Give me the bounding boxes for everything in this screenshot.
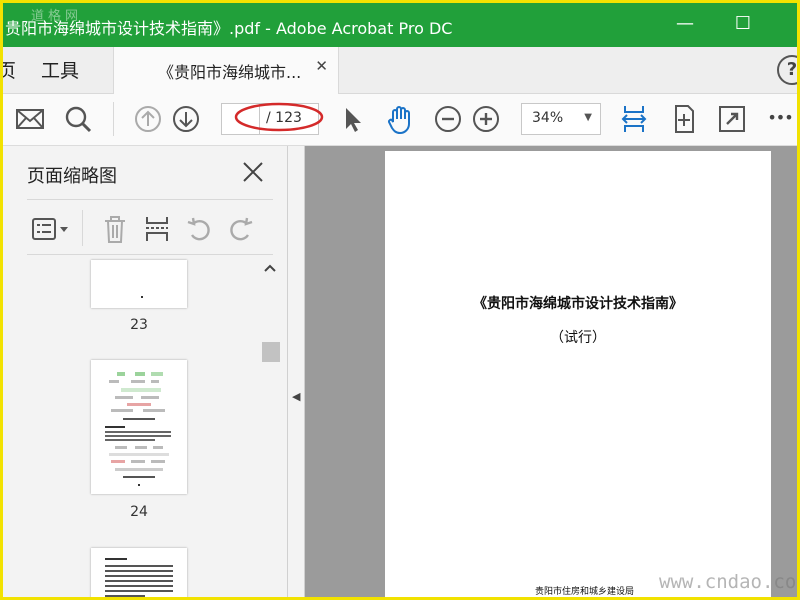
page-thumbnail[interactable] — [91, 360, 187, 494]
chevron-left-icon[interactable]: ◀ — [292, 390, 300, 403]
rotate-page-icon[interactable] — [667, 102, 701, 136]
toolbar: / 123 34% ▼ ••• — [3, 94, 797, 146]
document-subtitle: （试行） — [550, 330, 606, 346]
help-icon[interactable]: ? — [777, 55, 797, 85]
zoom-select[interactable]: 34% ▼ — [521, 103, 601, 135]
thumbnail-list: 23 24 — [3, 258, 259, 597]
zoom-out-icon[interactable] — [431, 102, 465, 136]
select-cursor-icon[interactable] — [335, 102, 369, 136]
delete-icon[interactable] — [101, 214, 129, 248]
search-icon[interactable] — [61, 102, 95, 136]
tab-tools[interactable]: 工具 — [41, 56, 79, 83]
close-icon[interactable] — [239, 158, 267, 186]
rotate-right-icon[interactable] — [227, 214, 255, 248]
pdf-page: 《贵阳市海绵城市设计技术指南》 （试行） 贵阳市住房和城乡建设局 — [385, 151, 771, 597]
close-tab-icon[interactable]: ✕ — [315, 57, 328, 75]
fullscreen-icon[interactable] — [715, 102, 749, 136]
page-thumbnail[interactable] — [91, 260, 187, 308]
thumbnail-label: 23 — [130, 317, 148, 333]
site-watermark: www.cndao.com — [659, 571, 800, 593]
zoom-in-icon[interactable] — [469, 102, 503, 136]
thumbnail-panel: 页面缩略图 23 24 — [3, 146, 288, 597]
title-bar: 贵阳市海绵城市设计技术指南》.pdf - Adobe Acrobat Pro D… — [3, 3, 797, 47]
extract-pages-icon[interactable] — [143, 214, 171, 248]
panel-collapse-strip[interactable]: ◀ — [289, 146, 305, 597]
document-tab-label: 《贵阳市海绵城市... — [158, 63, 302, 82]
document-footer: 贵阳市住房和城乡建设局 — [535, 587, 635, 597]
toolbar-divider — [113, 102, 114, 136]
chevron-down-icon: ▼ — [584, 112, 592, 123]
scrollbar-thumb[interactable] — [262, 342, 280, 362]
tab-document[interactable]: 《贵阳市海绵城市... ✕ — [113, 47, 339, 94]
prev-page-icon[interactable] — [131, 102, 165, 136]
fit-page-icon[interactable] — [617, 102, 651, 136]
panel-divider — [27, 199, 273, 200]
more-icon[interactable]: ••• — [763, 102, 797, 136]
chevron-up-icon[interactable] — [263, 262, 277, 276]
mail-icon[interactable] — [13, 102, 47, 136]
options-icon[interactable] — [31, 216, 71, 248]
zoom-value: 34% — [532, 110, 564, 126]
tab-bar: 页 工具 《贵阳市海绵城市... ✕ ? — [3, 47, 797, 94]
tab-home[interactable]: 页 — [3, 56, 16, 83]
panel-divider — [27, 254, 273, 255]
document-view[interactable]: 《贵阳市海绵城市设计技术指南》 （试行） 贵阳市住房和城乡建设局 — [305, 146, 797, 597]
panel-toolbar-divider — [82, 210, 83, 246]
page-thumbnail[interactable] — [91, 548, 187, 597]
next-page-icon[interactable] — [169, 102, 203, 136]
thumbnail-label: 24 — [130, 504, 148, 520]
annotation-ellipse — [234, 102, 324, 132]
panel-toolbar — [27, 210, 273, 250]
panel-title: 页面缩略图 — [27, 166, 117, 187]
rotate-left-icon[interactable] — [185, 214, 213, 248]
document-title: 《贵阳市海绵城市设计技术指南》 — [473, 296, 683, 312]
hand-tool-icon[interactable] — [383, 102, 417, 136]
maximize-button[interactable]: ☐ — [731, 13, 755, 37]
app-window: 贵阳市海绵城市设计技术指南》.pdf - Adobe Acrobat Pro D… — [0, 0, 800, 600]
thumbnail-scrollbar[interactable] — [261, 258, 281, 597]
watermark-text: 道格网 — [31, 9, 83, 24]
minimize-button[interactable]: — — [673, 13, 697, 37]
